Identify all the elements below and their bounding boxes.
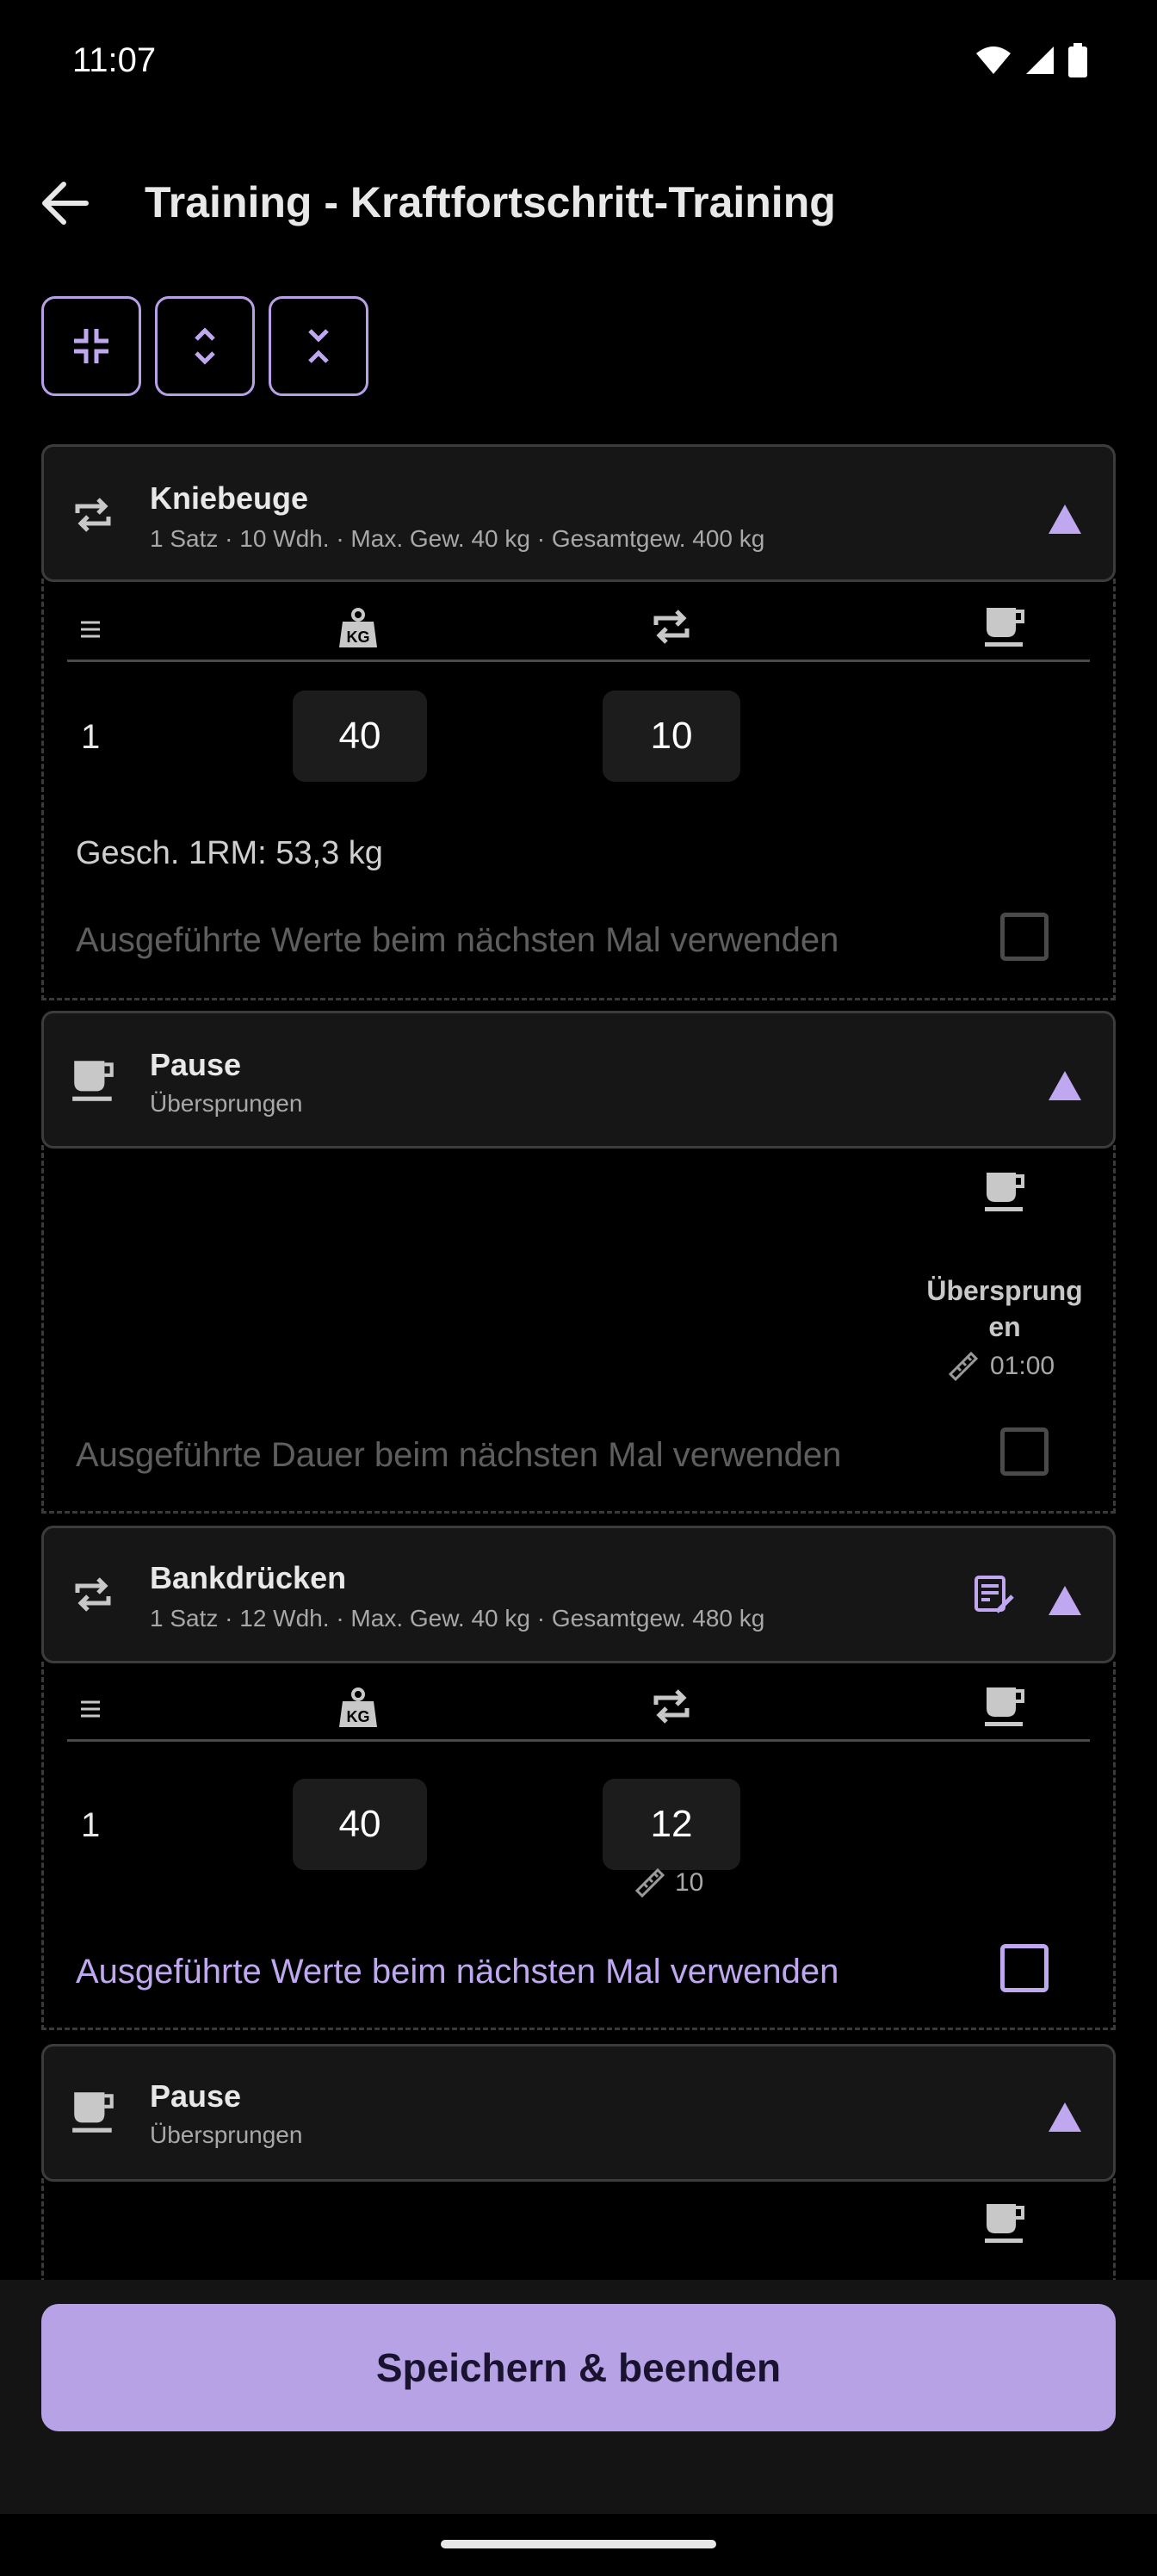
ruler-icon [634, 1867, 665, 1898]
skipped-label-line2: en [988, 1311, 1021, 1342]
collapse-triangle-icon[interactable] [1049, 2102, 1081, 2132]
exercise-summary: 1 Satz · 10 Wdh. · Max. Gew. 40 kg · Ges… [150, 525, 765, 552]
collapse-triangle-icon[interactable] [1049, 505, 1081, 534]
set-number: 1 [81, 1806, 101, 1844]
reuse-values-label: Ausgeführte Werte beim nächsten Mal verw… [76, 1953, 839, 1991]
target-reps: 10 [675, 1868, 704, 1897]
repeat-icon [75, 1577, 111, 1612]
reuse-duration-checkbox[interactable] [1000, 1427, 1049, 1476]
unfold-more-icon [195, 327, 215, 365]
expand-button[interactable] [155, 296, 255, 396]
signal-icon [1026, 46, 1054, 74]
coffee-cup-icon [72, 1061, 114, 1101]
estimated-1rm: Gesch. 1RM: 53,3 kg [76, 835, 383, 871]
coffee-cup-icon [985, 2204, 1024, 2243]
collapse-icon [74, 329, 108, 363]
weight-kg-icon: KG [339, 608, 377, 647]
reuse-values-label: Ausgeführte Werte beim nächsten Mal verw… [76, 921, 839, 959]
pause-title: Pause [150, 1047, 242, 1082]
coffee-cup-icon [72, 2092, 114, 2133]
home-indicator[interactable] [441, 2540, 716, 2548]
page-title: Training - Kraftfortschritt-Training [145, 178, 836, 226]
coffee-cup-icon [985, 608, 1024, 647]
weight-input[interactable]: 40 [293, 690, 427, 782]
status-icons [974, 43, 1088, 77]
collapse-all-button[interactable] [41, 296, 141, 396]
reps-input[interactable]: 12 [603, 1779, 740, 1870]
repeat-icon [653, 610, 690, 644]
skipped-label-line1: Übersprung [926, 1275, 1083, 1306]
wifi-icon [976, 46, 1011, 74]
save-and-finish-button[interactable]: Speichern & beenden [41, 2304, 1116, 2431]
reuse-values-checkbox[interactable] [1000, 913, 1049, 961]
battery-icon [1068, 43, 1087, 77]
pause-title: Pause [150, 2078, 242, 2114]
table-divider [67, 659, 1090, 662]
svg-text:KG: KG [347, 629, 370, 646]
edit-note-icon[interactable] [973, 1574, 1016, 1617]
pause-status: Übersprungen [150, 2121, 303, 2148]
weight-input[interactable]: 40 [293, 1779, 427, 1870]
svg-text:KG: KG [347, 1708, 370, 1725]
coffee-cup-icon [985, 1173, 1024, 1211]
ruler-icon [948, 1351, 979, 1382]
exercise-name: Bankdrücken [150, 1560, 347, 1595]
reps-input[interactable]: 10 [603, 690, 740, 782]
pause-status: Übersprungen [150, 1090, 303, 1117]
menu-lines-icon [81, 621, 100, 638]
collapse-button[interactable] [269, 296, 368, 396]
repeat-icon [653, 1689, 690, 1724]
exercise-name: Kniebeuge [150, 480, 309, 516]
unfold-less-icon [308, 329, 329, 363]
back-arrow-icon[interactable] [34, 172, 96, 234]
reuse-duration-label: Ausgeführte Dauer beim nächsten Mal verw… [76, 1436, 842, 1474]
table-divider [67, 1739, 1090, 1742]
skipped-label: Übersprung en [913, 1273, 1097, 1345]
status-time: 11:07 [72, 41, 157, 79]
pause-duration: 01:00 [990, 1352, 1055, 1380]
exercise-summary: 1 Satz · 12 Wdh. · Max. Gew. 40 kg · Ges… [150, 1605, 765, 1632]
repeat-icon [75, 498, 111, 532]
collapse-triangle-icon[interactable] [1049, 1586, 1081, 1615]
weight-kg-icon: KG [339, 1687, 377, 1727]
menu-lines-icon [81, 1700, 100, 1718]
coffee-cup-icon [985, 1687, 1024, 1726]
collapse-triangle-icon[interactable] [1049, 1071, 1081, 1100]
reuse-values-checkbox[interactable] [1000, 1944, 1049, 1992]
set-number: 1 [81, 718, 101, 756]
